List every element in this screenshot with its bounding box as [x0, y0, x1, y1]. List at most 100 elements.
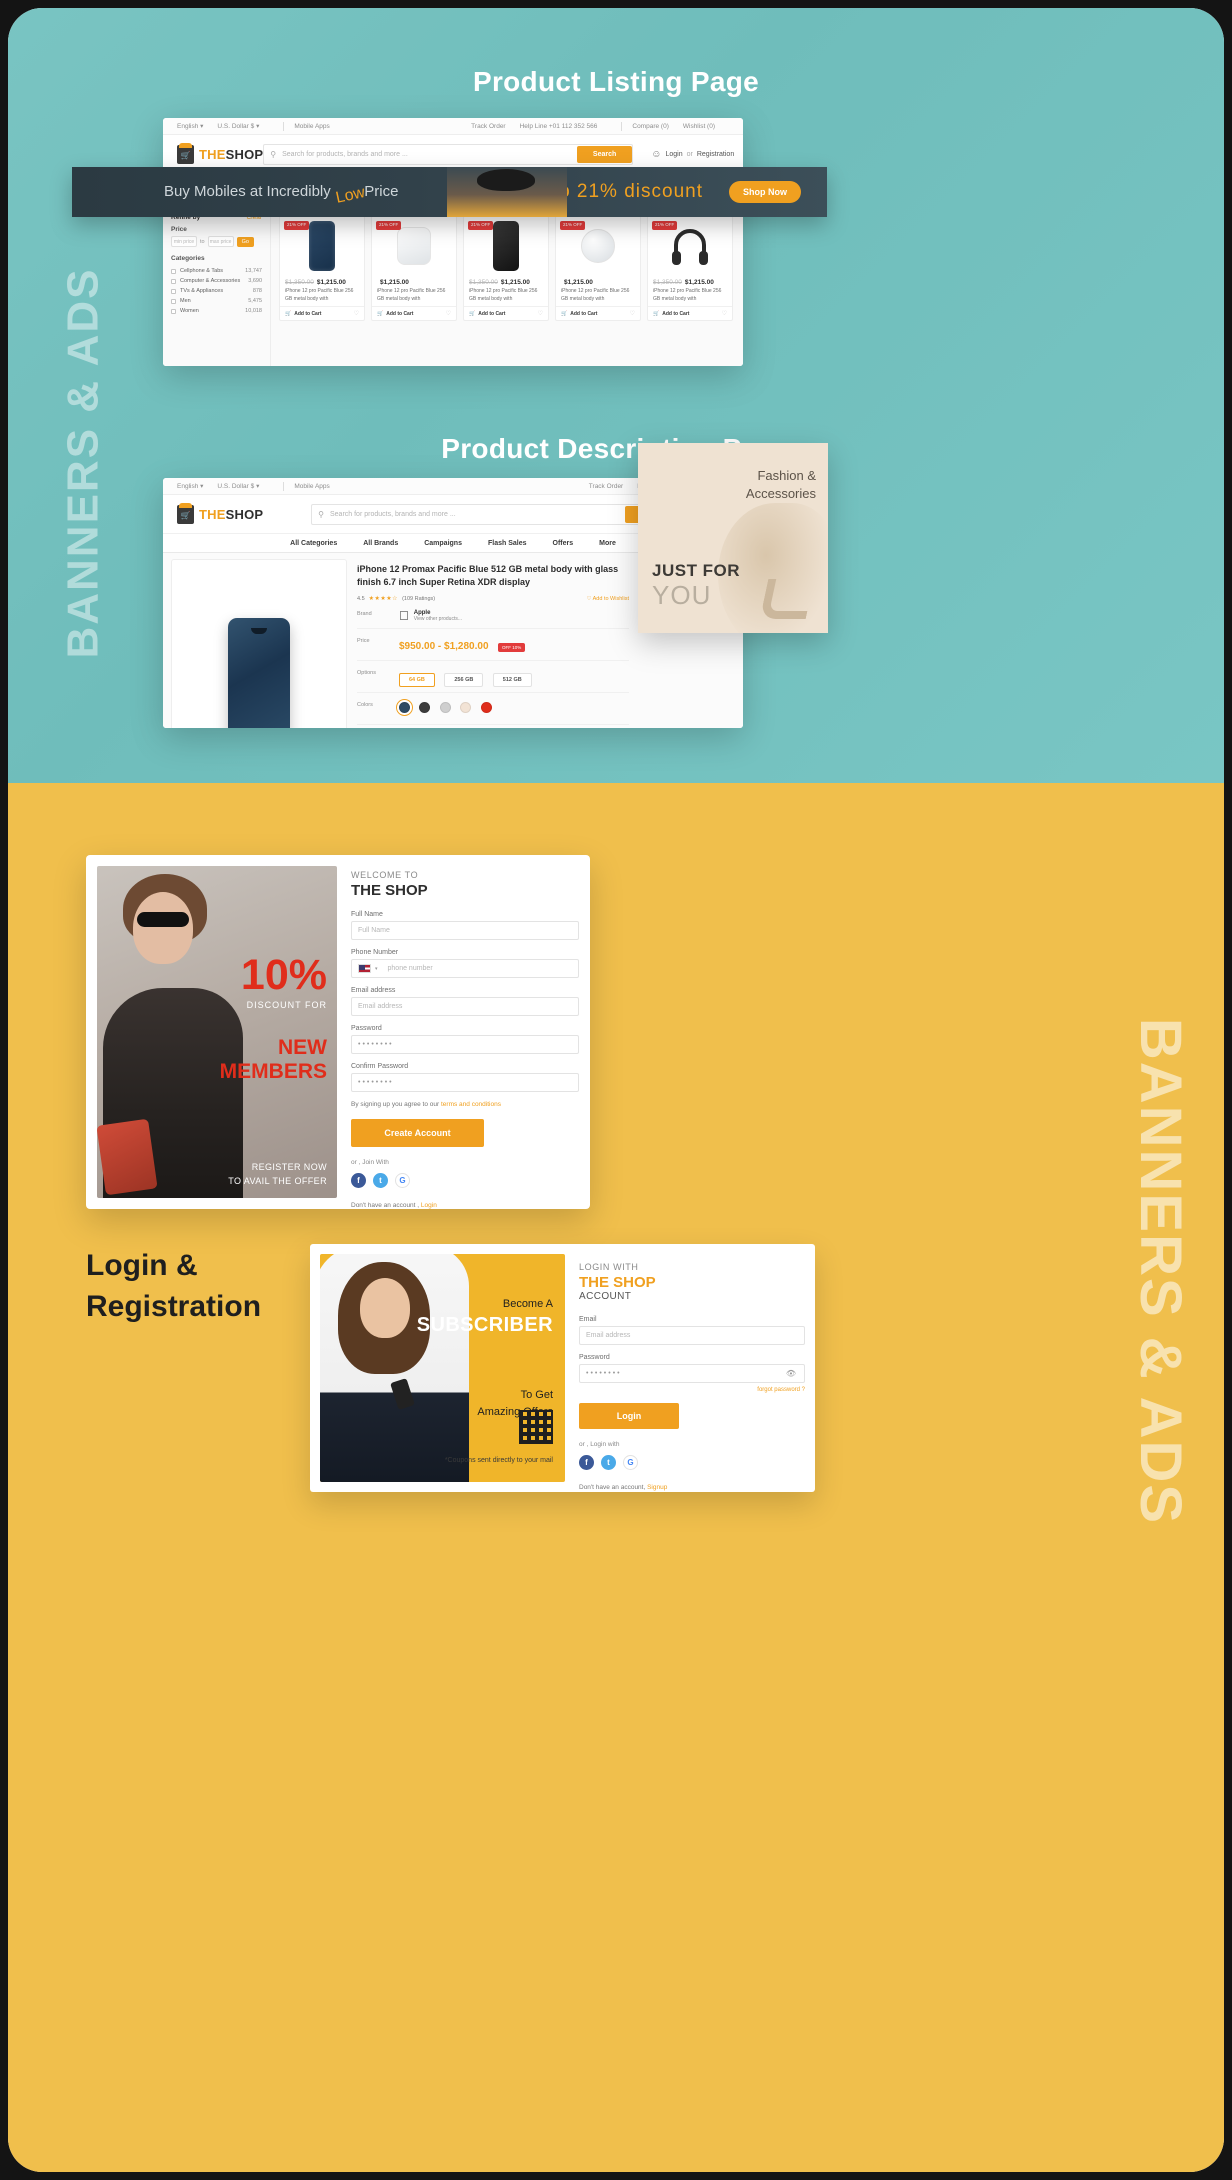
- color-swatch-red[interactable]: [480, 702, 492, 714]
- forgot-password-link[interactable]: forgot password ?: [579, 1387, 805, 1393]
- product-card[interactable]: 21% OFF $1,215.00 iPhone 12 pro Pacific …: [371, 216, 457, 321]
- fashion-ad-card[interactable]: Fashion & Accessories JUST FOR YOU: [638, 443, 828, 633]
- add-to-cart-button[interactable]: 🛒 Add to Cart: [285, 311, 321, 317]
- product-card[interactable]: 21% OFF $1,350.00 $1,215.00 iPhone 12 pro…: [463, 216, 549, 321]
- promo-members: MEMBERS: [219, 1060, 327, 1084]
- shop-now-button[interactable]: Shop Now: [729, 181, 801, 203]
- chevron-down-icon[interactable]: ▾: [375, 966, 378, 972]
- language-selector[interactable]: English ▾: [177, 122, 203, 130]
- nav-item-more[interactable]: More: [599, 540, 616, 547]
- color-swatch-gold[interactable]: [460, 702, 472, 714]
- login-button[interactable]: Login: [579, 1403, 679, 1429]
- color-swatch-silver[interactable]: [439, 702, 451, 714]
- email-field[interactable]: Email address: [351, 997, 579, 1016]
- color-swatch-graphite[interactable]: [419, 702, 431, 714]
- nav-item-all-brands[interactable]: All Brands: [363, 540, 398, 547]
- price-go-button[interactable]: Go: [236, 236, 254, 247]
- nav-item-offers[interactable]: Offers: [553, 540, 574, 547]
- google-icon[interactable]: G: [623, 1455, 638, 1470]
- price: $1,215.00: [684, 279, 714, 286]
- compare-link[interactable]: Compare (0): [632, 123, 668, 130]
- twitter-icon[interactable]: t: [373, 1173, 388, 1188]
- login-link[interactable]: Login: [421, 1202, 437, 1209]
- list-item[interactable]: Cellphone & Tabs 13,747: [171, 268, 262, 274]
- wishlist-heart-icon[interactable]: ♡: [722, 310, 727, 317]
- nav-item-flash-sales[interactable]: Flash Sales: [488, 540, 527, 547]
- product-gallery[interactable]: [171, 559, 347, 728]
- terms-and-conditions-link[interactable]: terms and conditions: [441, 1101, 501, 1108]
- option-64gb[interactable]: 64 GB: [399, 673, 435, 688]
- login-link[interactable]: Login: [665, 151, 682, 158]
- search-input[interactable]: ⚲ Search for products, brands and more .…: [311, 503, 682, 525]
- rating-value: 4.5: [357, 595, 365, 602]
- language-selector[interactable]: English ▾: [177, 482, 203, 490]
- wishlist-heart-icon[interactable]: ♡: [630, 310, 635, 317]
- product-card[interactable]: 21% OFF $1,350.00 $1,215.00 iPhone 12 pr…: [647, 216, 733, 321]
- search-input[interactable]: ⚲ Search for products, brands and more .…: [263, 143, 634, 165]
- track-order-link[interactable]: Track Order: [471, 123, 505, 130]
- device-frame: Product Listing Page Product Description…: [8, 8, 1224, 2172]
- add-to-cart-button[interactable]: 🛒 Add to Cart: [377, 311, 413, 317]
- site-logo[interactable]: THESHOP: [177, 142, 263, 164]
- brand-products-link[interactable]: View other products...: [414, 616, 462, 622]
- mobile-apps-link[interactable]: Mobile Apps: [294, 123, 329, 130]
- twitter-icon[interactable]: t: [601, 1455, 616, 1470]
- checkbox[interactable]: [171, 278, 176, 284]
- email-label: Email: [579, 1316, 597, 1323]
- shopping-bag-image: [97, 1118, 158, 1196]
- currency-selector[interactable]: U.S. Dollar $ ▾: [217, 482, 259, 490]
- add-to-cart-button[interactable]: 🛒 Add to Cart: [561, 311, 597, 317]
- checkbox[interactable]: [171, 308, 176, 314]
- facebook-icon[interactable]: f: [351, 1173, 366, 1188]
- add-to-wishlist-button[interactable]: ♡ Add to Wishlist: [586, 596, 629, 602]
- product-card[interactable]: 21% OFF $1,350.00 $1,215.00 iPhone 12 pro…: [279, 216, 365, 321]
- registration-link[interactable]: Registration: [697, 151, 734, 158]
- currency-selector[interactable]: U.S. Dollar $ ▾: [217, 122, 259, 130]
- password-field[interactable]: ••••••••: [351, 1035, 579, 1054]
- mobile-apps-link[interactable]: Mobile Apps: [294, 483, 329, 490]
- product-hero-image: [228, 618, 290, 728]
- price: $1,215.00: [564, 279, 593, 286]
- facebook-icon[interactable]: f: [579, 1455, 594, 1470]
- phone-number-input[interactable]: ▾ phone number: [351, 959, 579, 978]
- password-field[interactable]: •••••••• 👁: [579, 1364, 805, 1383]
- discount-badge: 21% OFF: [652, 221, 678, 230]
- list-item[interactable]: Computer & Accessories 3,690: [171, 278, 262, 284]
- search-button[interactable]: Search: [576, 145, 633, 163]
- add-to-cart-button[interactable]: 🛒 Add to Cart: [653, 311, 689, 317]
- cart-icon: 🛒: [561, 310, 568, 317]
- product-card[interactable]: 21% OFF $1,215.00 iPhone 12 pro Pacific …: [555, 216, 641, 321]
- checkbox[interactable]: [171, 268, 176, 274]
- list-item[interactable]: TVs & Appliances 878: [171, 288, 262, 294]
- min-price-input[interactable]: min price: [171, 236, 197, 247]
- option-512gb[interactable]: 512 GB: [492, 673, 532, 688]
- eye-off-icon[interactable]: 👁: [786, 1369, 798, 1378]
- wishlist-link[interactable]: Wishlist (0): [683, 123, 715, 130]
- teal-section: Product Listing Page Product Description…: [8, 8, 1224, 783]
- category-name: Men: [180, 298, 191, 304]
- nav-item-all-categories[interactable]: All Categories: [290, 540, 337, 547]
- google-icon[interactable]: G: [395, 1173, 410, 1188]
- nav-item-campaigns[interactable]: Campaigns: [424, 540, 462, 547]
- discount-badge: 21% OFF: [560, 221, 586, 230]
- wishlist-heart-icon[interactable]: ♡: [354, 310, 359, 317]
- option-256gb[interactable]: 256 GB: [444, 673, 484, 688]
- signup-link[interactable]: Signup: [647, 1484, 667, 1491]
- product-title: iPhone 12 pro Pacific Blue 256 GB metal …: [285, 288, 354, 302]
- confirm-password-field[interactable]: ••••••••: [351, 1073, 579, 1092]
- promo-banner[interactable]: Buy Mobiles at Incredibly LowPrice up to…: [72, 167, 827, 217]
- checkbox[interactable]: [171, 288, 176, 294]
- site-logo[interactable]: THESHOP: [177, 502, 263, 524]
- wishlist-heart-icon[interactable]: ♡: [538, 310, 543, 317]
- color-swatch-blue[interactable]: [399, 702, 410, 714]
- add-to-cart-button[interactable]: 🛒 Add to Cart: [469, 311, 505, 317]
- checkbox[interactable]: [171, 298, 176, 304]
- max-price-input[interactable]: max price: [207, 236, 234, 247]
- full-name-input[interactable]: Full Name: [351, 921, 579, 940]
- track-order-link[interactable]: Track Order: [589, 483, 623, 490]
- list-item[interactable]: Men 5,475: [171, 298, 262, 304]
- email-field[interactable]: Email address: [579, 1326, 805, 1345]
- create-account-button[interactable]: Create Account: [351, 1119, 484, 1147]
- list-item[interactable]: Women 10,018: [171, 308, 262, 314]
- wishlist-heart-icon[interactable]: ♡: [446, 310, 451, 317]
